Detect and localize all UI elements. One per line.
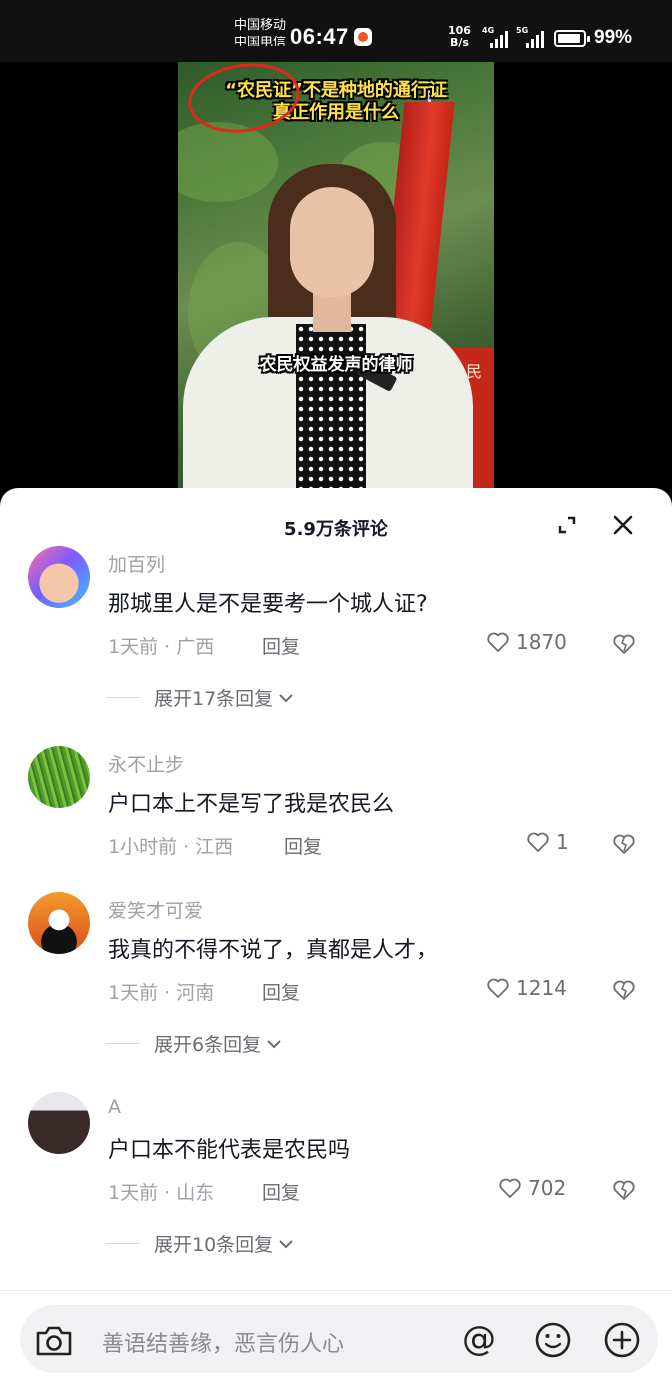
battery-icon xyxy=(554,30,590,47)
notification-app-icon xyxy=(354,28,372,46)
network-speed: 106 B/s xyxy=(448,25,471,49)
like-button[interactable]: 1214 xyxy=(486,976,567,1000)
like-count: 1 xyxy=(556,830,569,854)
divider-line xyxy=(106,1043,140,1044)
chevron-down-icon xyxy=(279,1239,293,1248)
heart-icon xyxy=(527,832,549,852)
comment-meta: 1小时前 · 江西 xyxy=(108,836,234,858)
like-count: 1870 xyxy=(516,630,567,654)
comment-meta: 1天前 · 广西 xyxy=(108,636,215,658)
divider-line xyxy=(106,1243,140,1244)
dislike-icon[interactable] xyxy=(612,1178,636,1202)
like-button[interactable]: 1 xyxy=(526,830,569,854)
chevron-down-icon xyxy=(267,1039,281,1048)
reply-button[interactable]: 回复 xyxy=(262,1178,300,1205)
expand-replies-label: 展开6条回复 xyxy=(154,1034,262,1056)
status-time: 06:47 xyxy=(290,24,349,49)
camera-icon[interactable] xyxy=(34,1323,74,1359)
dislike-icon[interactable] xyxy=(612,978,636,1002)
avatar[interactable] xyxy=(28,892,90,954)
chevron-down-icon xyxy=(279,693,293,702)
comment-text: 户口本上不是写了我是农民么 xyxy=(108,792,395,817)
emoji-icon[interactable] xyxy=(534,1321,572,1359)
dislike-icon[interactable] xyxy=(612,832,636,856)
like-count: 1214 xyxy=(516,976,567,1000)
comment-text: 户口本不能代表是农民吗 xyxy=(108,1138,351,1163)
video-caption-bottom: 农民权益发声的律师 xyxy=(259,355,413,375)
signal-icon-2 xyxy=(526,30,548,48)
comment-input-bar: 善语结善缘，恶言伤人心 @ xyxy=(0,1290,672,1386)
comment-text: 我真的不得不说了，真都是人才， xyxy=(108,938,439,963)
reply-button[interactable]: 回复 xyxy=(262,632,300,659)
speaker-face xyxy=(290,187,374,297)
comment-username[interactable]: 加百列 xyxy=(108,550,165,577)
battery-percent: 99% xyxy=(594,27,633,48)
mention-icon[interactable]: @ xyxy=(462,1319,496,1359)
heart-icon xyxy=(487,978,509,998)
expand-replies-button[interactable]: 展开6条回复 xyxy=(106,1030,283,1057)
background-foliage xyxy=(178,122,278,202)
expand-replies-button[interactable]: 展开10条回复 xyxy=(106,1230,295,1257)
like-count: 702 xyxy=(528,1176,567,1200)
comment-meta: 1天前 · 山东 xyxy=(108,1182,215,1204)
close-icon[interactable] xyxy=(612,514,634,536)
comment-input-placeholder[interactable]: 善语结善缘，恶言伤人心 xyxy=(102,1326,344,1358)
dislike-icon[interactable] xyxy=(612,632,636,656)
avatar[interactable] xyxy=(28,1092,90,1154)
heart-icon xyxy=(487,632,509,652)
divider-line xyxy=(106,697,140,698)
comment-panel: 5.9万条评论 加百列 那城里人是不是要考一个城人证? 1天前 · 广西 回复 … xyxy=(0,488,672,1386)
comment-username[interactable]: 爱笑才可爱 xyxy=(108,896,203,923)
expand-replies-button[interactable]: 展开17条回复 xyxy=(106,684,295,711)
carrier-label: 中国移动 xyxy=(234,18,287,33)
expand-replies-label: 展开17条回复 xyxy=(154,688,274,710)
comment-username[interactable]: 永不止步 xyxy=(108,750,184,777)
reply-button[interactable]: 回复 xyxy=(284,832,322,859)
carrier-label-secondary: 中国电信 xyxy=(234,36,287,46)
comment-text: 那城里人是不是要考一个城人证? xyxy=(108,592,428,617)
video-frame[interactable]: “农民证”不是种地的通行证 真正作用是什么 农民权益发声的律师 xyxy=(178,62,494,502)
status-bar: 中国移动 中国电信 06:47 106 B/s 4G 5G 99% xyxy=(0,0,672,62)
like-button[interactable]: 1870 xyxy=(486,630,567,654)
add-icon[interactable] xyxy=(603,1321,641,1359)
reply-button[interactable]: 回复 xyxy=(262,978,300,1005)
video-player[interactable]: “农民证”不是种地的通行证 真正作用是什么 农民权益发声的律师 xyxy=(0,62,672,502)
heart-icon xyxy=(499,1178,521,1198)
comment-username[interactable]: A xyxy=(108,1096,121,1118)
network-speed-unit: B/s xyxy=(450,36,469,49)
avatar[interactable] xyxy=(28,546,90,608)
avatar[interactable] xyxy=(28,746,90,808)
expand-replies-label: 展开10条回复 xyxy=(154,1234,274,1256)
fullscreen-icon[interactable] xyxy=(556,514,578,536)
signal-icon xyxy=(490,30,512,48)
comment-meta: 1天前 · 河南 xyxy=(108,982,215,1004)
like-button[interactable]: 702 xyxy=(498,1176,566,1200)
